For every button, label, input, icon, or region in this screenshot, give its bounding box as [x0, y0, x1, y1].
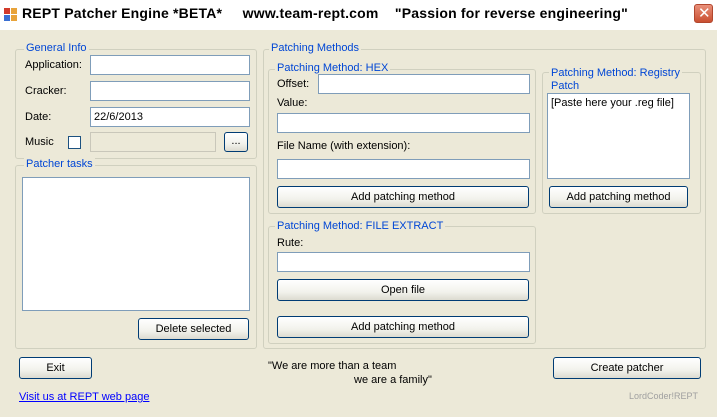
- music-label: Music: [25, 136, 54, 148]
- date-field[interactable]: [90, 107, 250, 127]
- rute-label: Rute:: [277, 237, 304, 249]
- open-file-button[interactable]: Open file: [277, 279, 529, 301]
- create-patcher-button[interactable]: Create patcher: [553, 357, 701, 379]
- registry-legend-line1: Patching Method: Registry: [551, 67, 681, 79]
- filename-field[interactable]: [277, 159, 530, 179]
- filename-label: File Name (with extension):: [277, 140, 411, 152]
- hex-add-method-button[interactable]: Add patching method: [277, 186, 529, 208]
- file-extract-add-method-button[interactable]: Add patching method: [277, 316, 529, 338]
- rute-field[interactable]: [277, 252, 530, 272]
- date-label: Date:: [25, 111, 52, 123]
- delete-selected-button[interactable]: Delete selected: [138, 318, 249, 340]
- cracker-field[interactable]: [90, 81, 250, 101]
- patcher-tasks-legend: Patcher tasks: [24, 158, 95, 171]
- music-path-field[interactable]: [90, 132, 216, 152]
- value-field[interactable]: [277, 113, 530, 133]
- visit-rept-link[interactable]: Visit us at REPT web page: [19, 391, 149, 403]
- application-field[interactable]: [90, 55, 250, 75]
- registry-text-area[interactable]: [Paste here your .reg file]: [547, 93, 690, 179]
- exit-button[interactable]: Exit: [19, 357, 92, 379]
- window-title: REPT Patcher Engine *BETA* www.team-rept…: [22, 5, 628, 21]
- slogan-line1: "We are more than a team: [268, 360, 397, 372]
- patcher-window: REPT Patcher Engine *BETA* www.team-rept…: [0, 0, 717, 417]
- registry-add-method-button[interactable]: Add patching method: [549, 186, 688, 208]
- registry-method-legend: Patching Method: Registry Patch: [549, 67, 683, 93]
- close-button[interactable]: ✕: [694, 4, 713, 23]
- value-label: Value:: [277, 97, 308, 109]
- offset-label: Offset:: [277, 78, 310, 90]
- patching-methods-legend: Patching Methods: [269, 42, 362, 55]
- music-browse-button[interactable]: ...: [224, 132, 248, 152]
- client-area: General Info Application: Cracker: Date:…: [4, 30, 713, 413]
- registry-legend-line2: Patch: [551, 80, 580, 92]
- file-extract-legend: Patching Method: FILE EXTRACT: [275, 220, 446, 233]
- credit-text: LordCoder!REPT: [629, 391, 699, 401]
- close-icon: ✕: [698, 4, 711, 22]
- patcher-tasks-list[interactable]: [22, 177, 250, 311]
- app-grid-icon: [4, 8, 17, 21]
- slogan-line2: we are a family": [354, 374, 432, 386]
- title-bar[interactable]: REPT Patcher Engine *BETA* www.team-rept…: [0, 0, 717, 30]
- cracker-label: Cracker:: [25, 85, 67, 97]
- application-label: Application:: [25, 59, 82, 71]
- music-checkbox[interactable]: [68, 136, 81, 149]
- offset-field[interactable]: [318, 74, 530, 94]
- general-info-legend: General Info: [24, 42, 89, 55]
